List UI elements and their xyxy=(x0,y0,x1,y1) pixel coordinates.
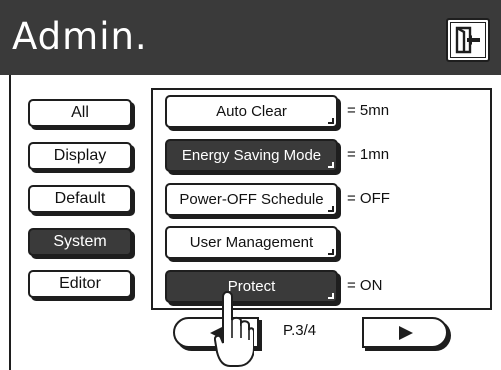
exit-button[interactable] xyxy=(446,18,490,62)
page-title: Admin. xyxy=(12,15,148,58)
energy-saving-mode-label: Energy Saving Mode xyxy=(181,147,322,164)
next-page-button[interactable] xyxy=(362,317,448,348)
power-off-schedule-value: = OFF xyxy=(347,190,390,207)
category-default-button[interactable]: Default xyxy=(28,185,132,213)
category-system-button[interactable]: System xyxy=(28,228,132,256)
corner-mark-icon xyxy=(328,206,334,212)
user-management-label: User Management xyxy=(189,234,314,251)
category-display-button[interactable]: Display xyxy=(28,142,132,170)
corner-mark-icon xyxy=(328,293,334,299)
power-off-schedule-label: Power-OFF Schedule xyxy=(179,191,324,208)
hand-pointer-icon xyxy=(214,290,254,367)
auto-clear-label: Auto Clear xyxy=(216,103,287,120)
energy-saving-mode-value: = 1mn xyxy=(347,146,390,163)
page-indicator: P.3/4 xyxy=(283,322,317,339)
power-off-schedule-button[interactable]: Power-OFF Schedule xyxy=(165,183,338,216)
header-bar: Admin. xyxy=(0,0,501,75)
exit-door-icon xyxy=(455,26,480,54)
category-all-button[interactable]: All xyxy=(28,99,132,127)
protect-value: = ON xyxy=(347,277,383,294)
auto-clear-value: = 5mn xyxy=(347,102,390,119)
corner-mark-icon xyxy=(328,162,334,168)
corner-mark-icon xyxy=(328,118,334,124)
corner-mark-icon xyxy=(328,249,334,255)
right-arrow-icon xyxy=(399,326,413,340)
energy-saving-mode-button[interactable]: Energy Saving Mode xyxy=(165,139,338,172)
auto-clear-button[interactable]: Auto Clear xyxy=(165,95,338,128)
category-editor-button[interactable]: Editor xyxy=(28,270,132,298)
user-management-button[interactable]: User Management xyxy=(165,226,338,259)
